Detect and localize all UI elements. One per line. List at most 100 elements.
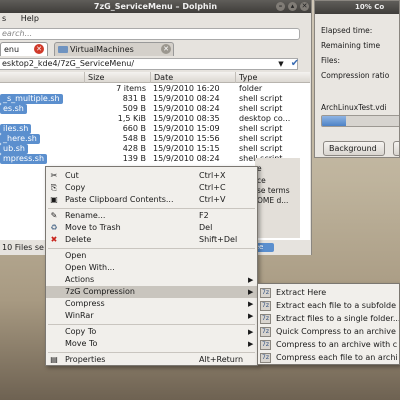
file-name: ub.sh xyxy=(0,144,28,154)
column-type[interactable]: Type xyxy=(235,72,310,83)
file-row[interactable]: 7 items 15/9/2010 16:20 folder xyxy=(0,84,310,94)
file-type: shell script xyxy=(239,134,283,143)
file-date: 15/9/2010 08:24 xyxy=(153,154,220,163)
chevron-right-icon: ▶ xyxy=(248,300,254,308)
column-header: Size Date Type xyxy=(0,72,310,83)
column-date[interactable]: Date xyxy=(150,72,235,83)
file-date: 15/9/2010 16:20 xyxy=(153,84,220,93)
menu-item-label: Move To xyxy=(65,339,98,348)
file-date: 15/9/2010 15:56 xyxy=(153,134,220,143)
submenu-item-quick-compress[interactable]: 7z Quick Compress to an archive xyxy=(258,326,399,338)
file-type: shell script xyxy=(239,104,283,113)
chevron-right-icon: ▶ xyxy=(248,328,254,336)
submenu-item-compress-each-file[interactable]: 7z Compress each file to an archi xyxy=(258,352,399,364)
submenu-item-extract-single-folder[interactable]: 7z Extract files to a single folder... xyxy=(258,313,399,325)
file-date: 15/9/2010 08:24 xyxy=(153,104,220,113)
menu-item-compress[interactable]: Compress ▶ xyxy=(46,298,257,310)
menu-item-paste[interactable]: ▣ Paste Clipboard Contents... Ctrl+V xyxy=(46,194,257,206)
menu-shortcut: Ctrl+C xyxy=(199,183,226,192)
tab-virtualmachines[interactable]: VirtualMachines ✕ xyxy=(54,42,174,56)
file-row[interactable]: 1,5 KiB 15/9/2010 08:35 desktop co... xyxy=(0,114,310,124)
tab-close-icon[interactable]: ✕ xyxy=(34,44,44,54)
menu-item-copy[interactable]: ⎘ Copy Ctrl+C xyxy=(46,182,257,194)
file-type: shell script xyxy=(239,124,283,133)
menu-shortcut: Del xyxy=(199,223,213,232)
file-type: shell script xyxy=(239,144,283,153)
column-size[interactable]: Size xyxy=(84,72,150,83)
submenu-item-extract-here[interactable]: 7z Extract Here xyxy=(258,287,399,299)
window-title: 7zG_ServiceMenu – Dolphin xyxy=(93,2,218,11)
file-size: 509 B xyxy=(122,104,146,113)
menu-help[interactable]: Help xyxy=(21,14,39,23)
menubar: s Help xyxy=(0,13,311,25)
submenu-item-extract-each-subfolder[interactable]: 7z Extract each file to a subfolde xyxy=(258,300,399,312)
background-button[interactable]: Background xyxy=(323,141,385,156)
file-row[interactable]: _s_multiple.sh 831 B 15/9/2010 08:24 shell … xyxy=(0,94,310,104)
chevron-right-icon: ▶ xyxy=(248,340,254,348)
tab-bar: enu ✕ VirtualMachines ✕ xyxy=(0,42,311,56)
submenu-item-label: Compress each file to an archi xyxy=(276,353,398,362)
menu-item-properties[interactable]: ▤ Properties Alt+Return xyxy=(46,354,257,366)
progress-titlebar[interactable]: 10% Co xyxy=(315,1,399,14)
trash-icon: ♻ xyxy=(50,223,58,232)
copy-icon: ⎘ xyxy=(50,183,58,192)
chevron-down-icon[interactable]: ▼ xyxy=(276,58,286,70)
bg-text: ce xyxy=(257,176,266,185)
file-row[interactable]: ub.sh 428 B 15/9/2010 15:15 shell script xyxy=(0,144,310,154)
menu-item-rename[interactable]: ✎ Rename... F2 xyxy=(46,210,257,222)
menu-item-actions[interactable]: Actions ▶ xyxy=(46,274,257,286)
menu-item-label: Move to Trash xyxy=(65,223,121,232)
close-icon[interactable]: ✕ xyxy=(300,2,309,11)
menu-item-copy-to[interactable]: Copy To ▶ xyxy=(46,326,257,338)
tab-close-icon[interactable]: ✕ xyxy=(161,44,171,54)
menu-shortcut: Ctrl+X xyxy=(199,171,226,180)
file-row[interactable]: es.sh 509 B 15/9/2010 08:24 shell script xyxy=(0,104,310,114)
file-date: 15/9/2010 08:35 xyxy=(153,114,220,123)
location-bar[interactable]: esktop2_kde4/7zG_ServiceMenu/ xyxy=(0,58,298,70)
submenu-item-label: Compress to an archive with c xyxy=(276,340,398,349)
menu-item-winrar[interactable]: WinRar ▶ xyxy=(46,310,257,322)
menu-item-move-to-trash[interactable]: ♻ Move to Trash Del xyxy=(46,222,257,234)
menu-item-label: WinRar xyxy=(65,311,94,320)
progress-window: 10% Co Elapsed time: Remaining time File… xyxy=(314,0,400,158)
file-name: mpress.sh xyxy=(0,154,48,164)
menu-item-label: Open With... xyxy=(65,263,115,272)
menu-item-open[interactable]: Open xyxy=(46,250,257,262)
menu-item-cut[interactable]: ✂ Cut Ctrl+X xyxy=(46,170,257,182)
chevron-right-icon: ▶ xyxy=(248,312,254,320)
compression-ratio-label: Compression ratio xyxy=(321,71,390,80)
menu-shortcut: Alt+Return xyxy=(199,355,244,364)
archive-name: ArchLinuxTest.vdi xyxy=(321,103,387,112)
file-date: 15/9/2010 08:24 xyxy=(153,94,220,103)
chevron-right-icon: ▶ xyxy=(248,276,254,284)
menu-item-delete[interactable]: ✖ Delete Shift+Del xyxy=(46,234,257,246)
file-name: _here.sh xyxy=(0,134,40,144)
menu-item-label: Cut xyxy=(65,171,79,180)
checkmark-icon[interactable]: ✔ xyxy=(289,58,301,70)
cancel-button[interactable] xyxy=(393,141,399,156)
status-text: 10 Files se xyxy=(2,243,44,252)
remaining-time-label: Remaining time xyxy=(321,41,381,50)
menu-item-move-to[interactable]: Move To ▶ xyxy=(46,338,257,350)
menu-separator xyxy=(48,208,255,209)
bg-text: se terms xyxy=(257,186,290,195)
file-row[interactable]: _here.sh 548 B 15/9/2010 15:56 shell script xyxy=(0,134,310,144)
maximize-icon[interactable]: ▴ xyxy=(288,2,297,11)
menu-settings[interactable]: s xyxy=(2,14,6,23)
menu-shortcut: F2 xyxy=(199,211,209,220)
rename-icon: ✎ xyxy=(50,211,58,220)
menu-separator xyxy=(48,248,255,249)
search-input[interactable]: earch... xyxy=(0,28,300,40)
file-row[interactable]: iles.sh 660 B 15/9/2010 15:09 shell script xyxy=(0,124,310,134)
menu-item-open-with[interactable]: Open With... xyxy=(46,262,257,274)
archive-icon: 7z xyxy=(260,327,271,337)
minimize-icon[interactable]: – xyxy=(276,2,285,11)
tab-7zg-servicemenu[interactable]: enu ✕ xyxy=(0,42,48,56)
progress-bar xyxy=(321,115,399,127)
dolphin-titlebar[interactable]: 7zG_ServiceMenu – Dolphin – ▴ ✕ xyxy=(0,0,311,13)
submenu-item-compress-with-options[interactable]: 7z Compress to an archive with c xyxy=(258,339,399,351)
menu-item-label: Open xyxy=(65,251,87,260)
menu-item-7zg-compression[interactable]: 7zG Compression ▶ xyxy=(46,286,257,298)
archive-icon: 7z xyxy=(260,301,271,311)
file-size: 7 items xyxy=(116,84,146,93)
